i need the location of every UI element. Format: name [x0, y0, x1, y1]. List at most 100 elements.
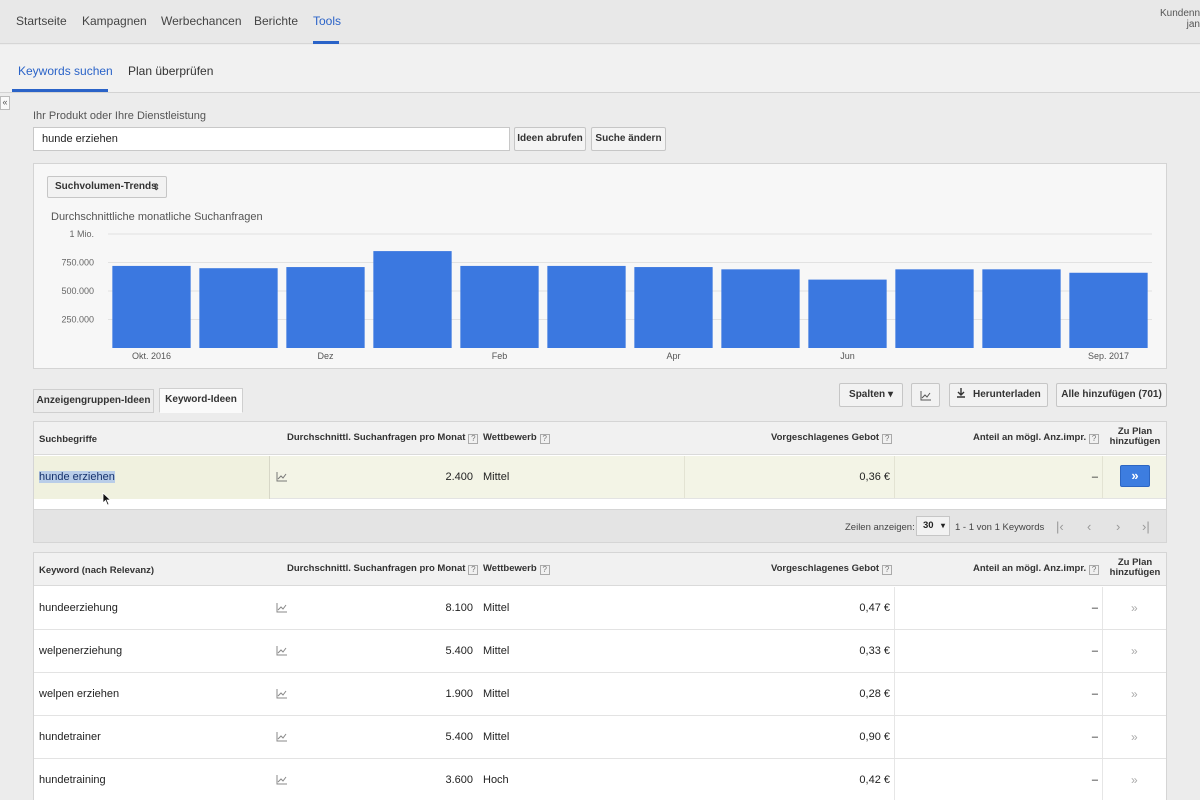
- help-icon[interactable]: ?: [1089, 434, 1100, 444]
- column-divider: [894, 759, 895, 800]
- columns-button[interactable]: Spalten ▾: [839, 383, 903, 407]
- rows-per-page-select[interactable]: 30 ▾: [916, 516, 950, 536]
- nav-kampagnen[interactable]: Kampagnen: [82, 14, 147, 28]
- bar: [112, 265, 191, 348]
- y-tick-label: 250.000: [61, 315, 94, 325]
- line-chart-icon: [920, 391, 931, 401]
- search-volume-chart-panel: Suchvolumen-Trends ⇕ Durchschnittliche m…: [33, 163, 1167, 369]
- header-suggested-bid-label: Vorgeschlagenes Gebot: [771, 432, 880, 443]
- next-page-icon[interactable]: ›: [1116, 519, 1120, 534]
- header-add-to-plan-line2: hinzufügen: [1109, 567, 1161, 578]
- account-info[interactable]: Kundenn jan: [1160, 8, 1200, 30]
- add-to-plan-icon[interactable]: »: [1131, 730, 1138, 744]
- table-row[interactable]: hunde erziehen 2.400 Mittel 0,36 € – »: [34, 456, 1166, 499]
- add-all-button[interactable]: Alle hinzufügen (701): [1056, 383, 1167, 407]
- nav-tools[interactable]: Tools: [313, 14, 341, 28]
- help-icon[interactable]: ?: [539, 434, 550, 444]
- download-button[interactable]: Herunterladen: [949, 383, 1048, 407]
- keyword-text[interactable]: welpen erziehen: [39, 688, 119, 700]
- add-to-plan-icon[interactable]: »: [1131, 773, 1138, 787]
- chart-view-button[interactable]: [911, 383, 940, 407]
- nav-startseite[interactable]: Startseite: [16, 14, 67, 28]
- download-label: Herunterladen: [972, 389, 1041, 400]
- first-page-icon[interactable]: |‹: [1056, 519, 1064, 534]
- help-icon[interactable]: ?: [1089, 565, 1100, 575]
- impr-share-value: –: [1091, 471, 1098, 483]
- bid-value: 0,90 €: [859, 731, 890, 743]
- prev-page-icon[interactable]: ‹: [1087, 519, 1091, 534]
- header-keyword[interactable]: Keyword (nach Relevanz): [39, 565, 154, 576]
- nav-werbechancen[interactable]: Werbechancen: [161, 14, 242, 28]
- trend-chart-icon[interactable]: [276, 602, 288, 613]
- rows-per-page-value: 30: [923, 520, 934, 531]
- tab-keyword-ideas[interactable]: Keyword-Ideen: [159, 388, 243, 413]
- table-row[interactable]: hundetraining 3.600 Hoch 0,42 € – »: [34, 759, 1166, 800]
- product-search-input[interactable]: [33, 127, 510, 151]
- y-tick-label: 750.000: [61, 258, 94, 268]
- trend-chart-icon[interactable]: [276, 731, 288, 742]
- nav-active-indicator: [313, 41, 339, 44]
- bar: [547, 265, 626, 348]
- trend-chart-icon[interactable]: [276, 774, 288, 785]
- table-row[interactable]: hundeerziehung 8.100 Mittel 0,47 € – »: [34, 587, 1166, 630]
- tab-keywords-suchen[interactable]: Keywords suchen: [18, 64, 113, 78]
- column-divider: [894, 587, 895, 629]
- help-icon[interactable]: ?: [539, 565, 550, 575]
- table-row[interactable]: hundetrainer 5.400 Mittel 0,90 € – »: [34, 716, 1166, 759]
- table-row[interactable]: welpenerziehung 5.400 Mittel 0,33 € – »: [34, 630, 1166, 673]
- bar: [721, 269, 800, 348]
- keyword-ideas-table: Keyword (nach Relevanz) Durchschnittl. S…: [33, 552, 1167, 800]
- add-to-plan-icon[interactable]: »: [1131, 601, 1138, 615]
- help-icon[interactable]: ?: [468, 434, 479, 444]
- help-icon[interactable]: ?: [882, 434, 893, 444]
- last-page-icon[interactable]: ›|: [1142, 519, 1150, 534]
- header-impr-share[interactable]: Anteil an mögl. Anz.impr.?: [973, 432, 1100, 444]
- add-to-plan-icon[interactable]: »: [1131, 644, 1138, 658]
- column-divider: [894, 630, 895, 672]
- tab-adgroup-ideas[interactable]: Anzeigengruppen-Ideen: [33, 389, 154, 413]
- header-search-terms[interactable]: Suchbegriffe: [39, 434, 97, 445]
- header-impr-share-label: Anteil an mögl. Anz.impr.: [973, 432, 1087, 443]
- table-row[interactable]: welpen erziehen 1.900 Mittel 0,28 € – »: [34, 673, 1166, 716]
- competition-value: Mittel: [483, 731, 510, 743]
- top-navigation: Startseite Kampagnen Werbechancen Berich…: [0, 0, 1200, 44]
- nav-berichte[interactable]: Berichte: [254, 14, 298, 28]
- avg-searches-value: 5.400: [445, 645, 473, 657]
- header-avg-searches-label: Durchschnittl. Suchanfragen pro Monat: [287, 563, 466, 574]
- x-tick-label: Apr: [666, 351, 680, 361]
- search-term[interactable]: hunde erziehen: [39, 471, 115, 483]
- bid-value: 0,33 €: [859, 645, 890, 657]
- keyword-text[interactable]: hundeerziehung: [39, 602, 118, 614]
- add-to-plan-icon[interactable]: »: [1131, 687, 1138, 701]
- trend-chart-icon[interactable]: [276, 688, 288, 699]
- trend-chart-icon[interactable]: [276, 645, 288, 656]
- add-to-plan-button[interactable]: »: [1120, 465, 1150, 487]
- bar: [1069, 272, 1148, 348]
- collapse-sidebar-icon[interactable]: «: [0, 96, 10, 110]
- header-suggested-bid[interactable]: Vorgeschlagenes Gebot?: [771, 563, 893, 575]
- column-divider: [1102, 456, 1103, 498]
- keyword-text[interactable]: hundetraining: [39, 774, 106, 786]
- column-divider: [894, 716, 895, 758]
- competition-value: Mittel: [483, 645, 510, 657]
- header-add-to-plan: Zu Plan hinzufügen: [1107, 558, 1163, 578]
- avg-searches-value: 1.900: [445, 688, 473, 700]
- header-competition[interactable]: Wettbewerb?: [483, 432, 550, 444]
- tab-plan-ueberpruefen[interactable]: Plan überprüfen: [128, 64, 213, 78]
- header-avg-searches[interactable]: Durchschnittl. Suchanfragen pro Monat?: [287, 432, 479, 444]
- get-ideas-button[interactable]: Ideen abrufen: [514, 127, 586, 151]
- help-icon[interactable]: ?: [468, 565, 479, 575]
- header-suggested-bid[interactable]: Vorgeschlagenes Gebot?: [771, 432, 893, 444]
- header-avg-searches[interactable]: Durchschnittl. Suchanfragen pro Monat?: [287, 563, 479, 575]
- modify-search-button[interactable]: Suche ändern: [591, 127, 666, 151]
- header-impr-share[interactable]: Anteil an mögl. Anz.impr.?: [973, 563, 1100, 575]
- header-competition[interactable]: Wettbewerb?: [483, 563, 550, 575]
- trend-chart-icon[interactable]: [276, 471, 288, 482]
- competition-value: Mittel: [483, 471, 510, 483]
- keyword-text[interactable]: welpenerziehung: [39, 645, 122, 657]
- help-icon[interactable]: ?: [882, 565, 893, 575]
- avg-searches-value: 8.100: [445, 602, 473, 614]
- keyword-text[interactable]: hundetrainer: [39, 731, 101, 743]
- avg-searches-value: 3.600: [445, 774, 473, 786]
- y-tick-label: 1 Mio.: [69, 229, 94, 239]
